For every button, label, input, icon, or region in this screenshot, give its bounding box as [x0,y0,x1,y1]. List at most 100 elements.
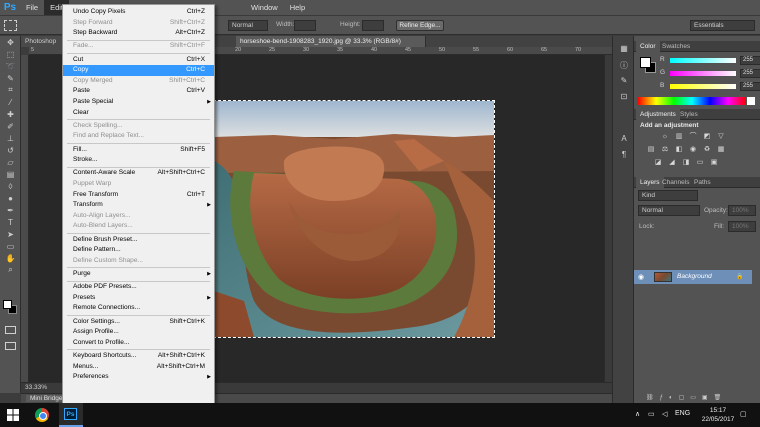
hue-saturation-icon[interactable]: ▤ [646,145,656,154]
tab-color[interactable]: Color [636,41,660,52]
posterize-icon[interactable]: ◢ [667,158,677,167]
tab-paths[interactable]: Paths [690,177,715,188]
color-spectrum-bar[interactable] [638,97,746,105]
marquee-tool-preset-icon[interactable] [4,20,17,31]
menu-item-fill[interactable]: Fill... Shift+F5 [63,145,214,156]
gradient-map-icon[interactable]: ▭ [695,158,705,167]
menu-item-find-and-replace-text[interactable]: Find and Replace Text... [63,131,214,142]
menu-help[interactable]: Help [284,0,311,15]
selective-color-icon[interactable]: ▣ [709,158,719,167]
menu-item-copy-merged[interactable]: Copy Merged Shift+Ctrl+C [63,76,214,87]
eye-visibility-icon[interactable]: ◉ [638,273,644,281]
history-panel-icon[interactable]: ▦ [617,44,631,55]
healing-brush-tool-icon[interactable]: ✚ [0,108,21,120]
exposure-icon[interactable]: ◩ [702,132,712,141]
volume-icon[interactable]: ◁ [662,410,667,418]
clone-stamp-tool-icon[interactable]: ⊥ [0,132,21,144]
quick-select-tool-icon[interactable]: ✎ [0,72,21,84]
properties-panel-icon[interactable]: ⓘ [617,60,631,71]
hand-tool-icon[interactable]: ✋ [0,252,21,264]
zoom-level[interactable]: 33.33% [25,384,47,391]
menu-item-define-custom-shape[interactable]: Define Custom Shape... [63,256,214,267]
eraser-tool-icon[interactable]: ▱ [0,156,21,168]
photo-filter-icon[interactable]: ◉ [688,145,698,154]
tab-horseshoe-bend[interactable]: horseshoe-bend-1908283_1920.jpg @ 33.3% … [236,36,426,47]
blur-tool-icon[interactable]: ◊ [0,180,21,192]
clone-source-panel-icon[interactable]: ⊡ [617,92,631,103]
eyedropper-tool-icon[interactable]: ⁄ [0,96,21,108]
opacity-input[interactable]: 100% [728,205,756,216]
width-input[interactable] [294,20,316,31]
vibrance-icon[interactable]: ▽ [716,132,726,141]
vertical-scrollbar[interactable] [604,55,612,382]
notifications-icon[interactable]: ▢ [740,410,747,418]
menu-item-paste[interactable]: Paste Ctrl+V [63,86,214,97]
menu-item-check-spelling[interactable]: Check Spelling... [63,121,214,132]
menu-item-menus[interactable]: Menus... Alt+Shift+Ctrl+M [63,362,214,373]
menu-item-adobe-pdf-presets[interactable]: Adobe PDF Presets... [63,282,214,293]
language-indicator[interactable]: ENG [675,410,690,417]
menu-item-step-backward[interactable]: Step Backward Alt+Ctrl+Z [63,28,214,39]
network-icon[interactable]: ▭ [648,410,655,418]
menu-item-auto-align-layers[interactable]: Auto-Align Layers... [63,211,214,222]
menu-item-content-aware-scale[interactable]: Content-Aware Scale Alt+Shift+Ctrl+C [63,168,214,179]
menu-item-define-brush-preset[interactable]: Define Brush Preset... [63,235,214,246]
height-input[interactable] [362,20,384,31]
menu-item-fade[interactable]: Fade... Shift+Ctrl+F [63,41,214,52]
menu-item-purge[interactable]: Purge ▶ [63,269,214,280]
blue-channel-value[interactable]: 255 [740,82,760,91]
tab-channels[interactable]: Channels [658,177,693,188]
tab-styles[interactable]: Styles [676,109,702,120]
windows-start-icon[interactable] [7,409,19,421]
blend-mode-select[interactable]: Normal [638,205,700,216]
menu-item-presets[interactable]: Presets ▶ [63,293,214,304]
invert-icon[interactable]: ◪ [653,158,663,167]
threshold-icon[interactable]: ◨ [681,158,691,167]
quick-mask-icon[interactable] [5,326,16,334]
color-lookup-icon[interactable]: ▦ [716,145,726,154]
lasso-tool-icon[interactable]: ➰ [0,60,21,72]
shape-tool-icon[interactable]: ▭ [0,240,21,252]
menu-item-assign-profile[interactable]: Assign Profile... [63,327,214,338]
menu-item-copy[interactable]: Copy Ctrl+C [63,65,214,76]
dodge-tool-icon[interactable]: ● [0,192,21,204]
menu-item-puppet-warp[interactable]: Puppet Warp [63,179,214,190]
layer-row-background[interactable]: ◉ Background 🔒 [634,270,752,284]
menu-item-preferences[interactable]: Preferences ▶ [63,372,214,383]
path-select-tool-icon[interactable]: ➤ [0,228,21,240]
tray-chevron-icon[interactable]: ∧ [635,410,640,418]
taskbar-clock[interactable]: 15:17 22/05/2017 [700,406,736,424]
color-balance-icon[interactable]: ⚖ [660,145,670,154]
brightness-contrast-icon[interactable]: ☼ [660,132,670,141]
crop-tool-icon[interactable]: ⌗ [0,84,21,96]
horseshoe-bend-photo[interactable] [213,100,495,338]
layer-filter-kind[interactable]: Kind [638,190,698,201]
zoom-tool-icon[interactable]: ⌕ [0,264,21,276]
menu-item-define-pattern[interactable]: Define Pattern... [63,245,214,256]
color-panel-foreground-swatch[interactable] [640,57,651,68]
menu-item-cut[interactable]: Cut Ctrl+X [63,55,214,66]
screen-mode-icon[interactable] [5,342,16,350]
gradient-tool-icon[interactable]: ▤ [0,168,21,180]
menu-item-undo-copy-pixels[interactable]: Undo Copy Pixels Ctrl+Z [63,7,214,18]
curves-icon[interactable]: ⌒ [688,132,698,141]
photoshop-taskbar-button[interactable]: Ps [59,403,83,427]
foreground-color-swatch[interactable] [3,300,12,309]
menu-item-clear[interactable]: Clear [63,108,214,119]
chrome-taskbar-icon[interactable] [35,408,49,422]
menu-item-free-transform[interactable]: Free Transform Ctrl+T [63,190,214,201]
menu-item-transform[interactable]: Transform ▶ [63,200,214,211]
menu-file[interactable]: File [20,0,44,15]
menu-item-convert-to-profile[interactable]: Convert to Profile... [63,338,214,349]
menu-item-auto-blend-layers[interactable]: Auto-Blend Layers... [63,221,214,232]
move-tool-icon[interactable]: ✥ [0,36,21,48]
red-channel-value[interactable]: 255 [740,56,760,65]
menu-item-step-forward[interactable]: Step Forward Shift+Ctrl+Z [63,18,214,29]
paragraph-panel-icon[interactable]: ¶ [617,150,631,161]
menu-item-keyboard-shortcuts[interactable]: Keyboard Shortcuts... Alt+Shift+Ctrl+K [63,351,214,362]
fill-input[interactable]: 100% [728,221,756,232]
tab-swatches[interactable]: Swatches [658,41,694,52]
green-channel-value[interactable]: 255 [740,69,760,78]
history-brush-tool-icon[interactable]: ↺ [0,144,21,156]
mini-bridge-tab[interactable]: Mini Bridge [26,395,67,402]
